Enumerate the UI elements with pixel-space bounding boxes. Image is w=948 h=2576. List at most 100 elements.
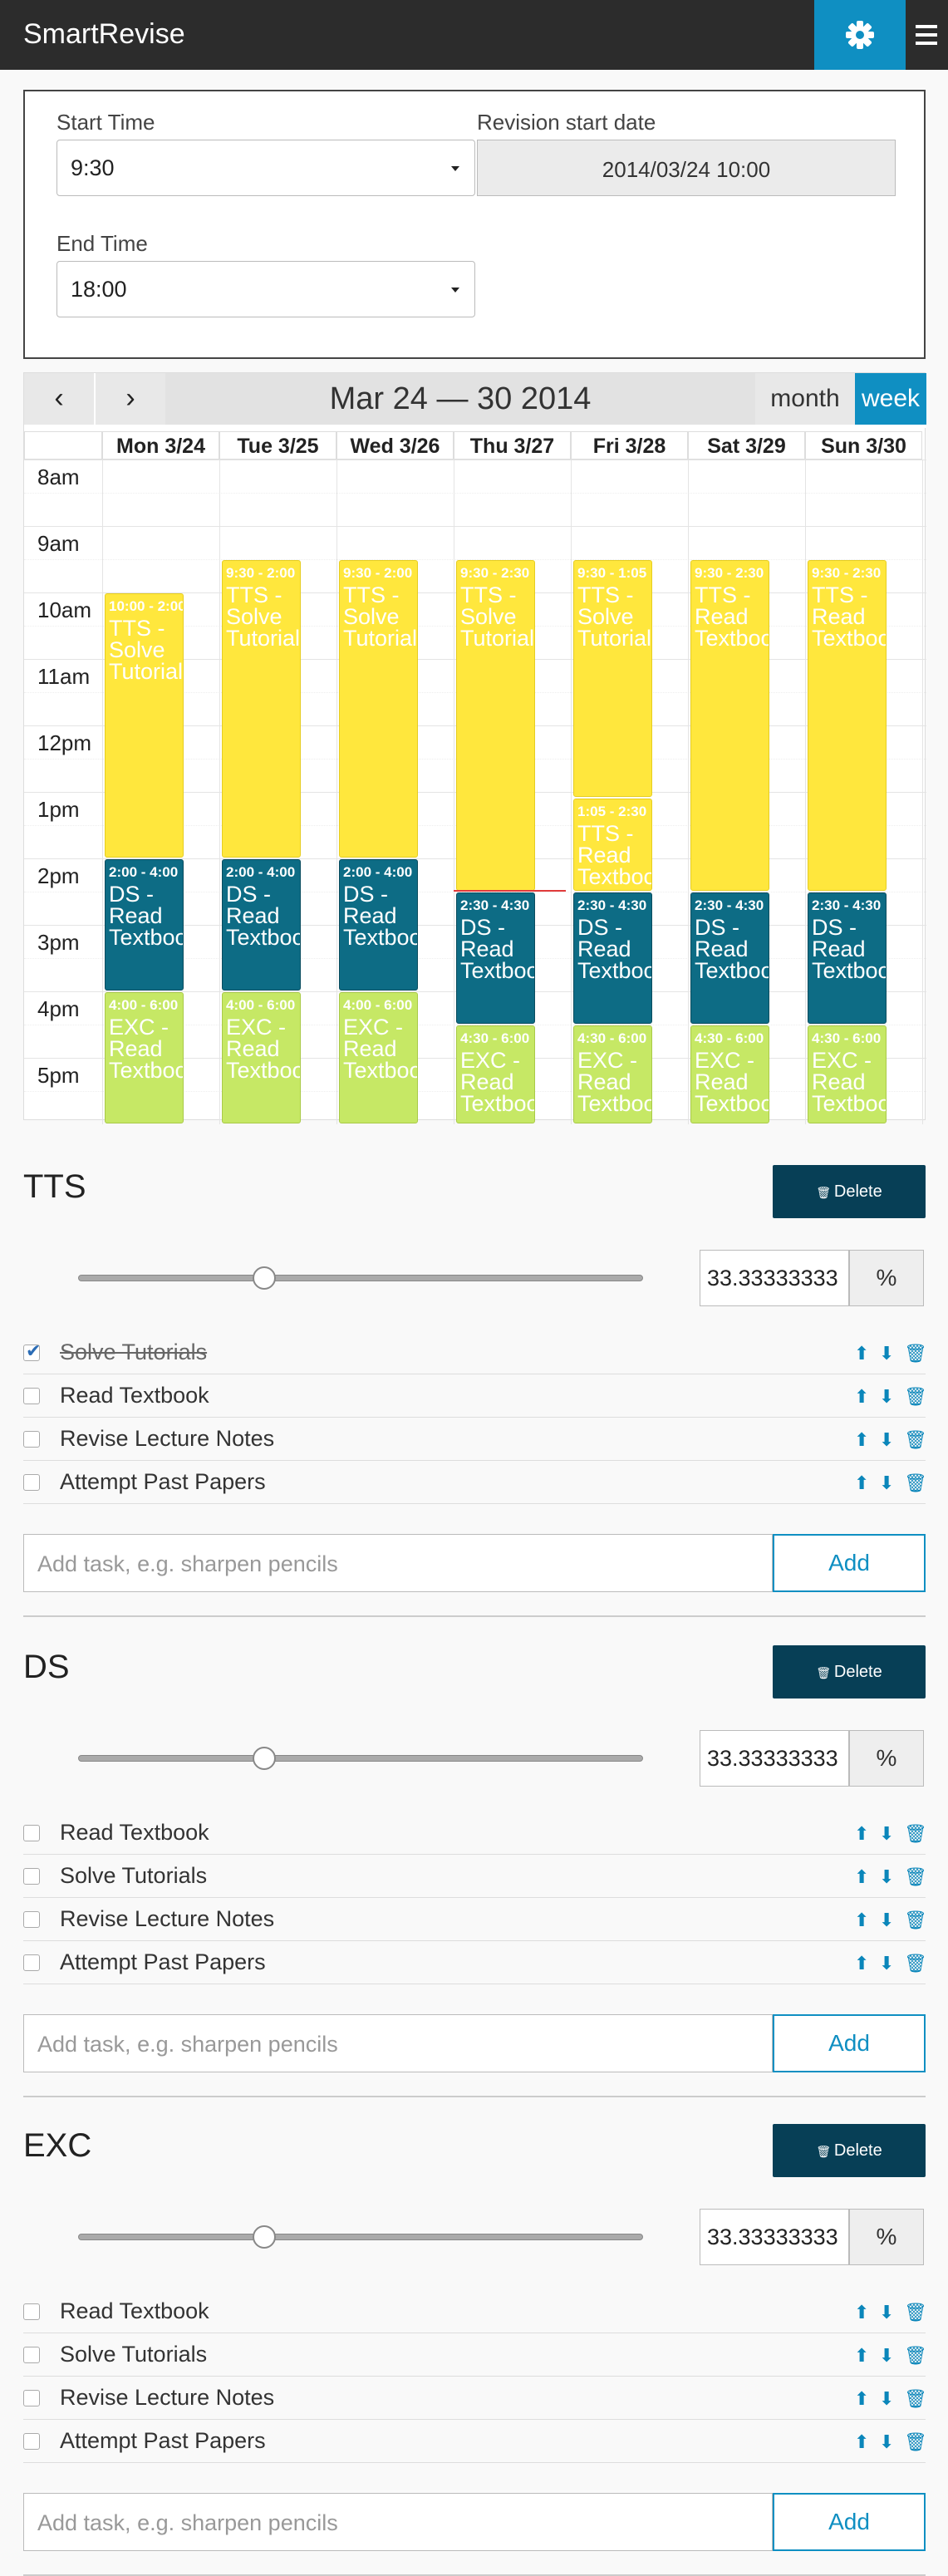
trash-icon[interactable]: 🗑 <box>904 1343 927 1364</box>
weight-slider-track[interactable] <box>78 1275 643 1281</box>
arrow-down-icon[interactable]: ⬇ <box>879 1866 894 1888</box>
add-task-button[interactable]: Add <box>773 1534 926 1592</box>
calendar-event[interactable]: 4:00 - 6:00 EXC - Read Textbook <box>105 992 184 1123</box>
calendar-event[interactable]: 4:00 - 6:00 EXC - Read Textbook <box>222 992 301 1123</box>
add-task-button[interactable]: Add <box>773 2493 926 2551</box>
task-checkbox[interactable] <box>23 1825 40 1841</box>
arrow-down-icon[interactable]: ⬇ <box>879 2302 894 2323</box>
trash-icon[interactable]: 🗑 <box>904 1823 927 1845</box>
task-checkbox[interactable] <box>23 2390 40 2406</box>
calendar-event[interactable]: 1:05 - 2:30TTS - Read Textbook <box>573 798 652 891</box>
start-time-select[interactable]: 9:30 <box>56 140 475 196</box>
task-row: Read Textbook ⬆ ⬇ 🗑 <box>23 1374 927 1418</box>
arrow-up-icon[interactable]: ⬆ <box>854 1386 869 1408</box>
week-view-button[interactable]: week <box>855 373 926 425</box>
arrow-up-icon[interactable]: ⬆ <box>854 1343 869 1364</box>
arrow-up-icon[interactable]: ⬆ <box>854 1472 869 1494</box>
arrow-up-icon[interactable]: ⬆ <box>854 2388 869 2410</box>
delete-subject-button[interactable]: 🗑 Delete <box>773 1645 926 1698</box>
delete-subject-button[interactable]: 🗑 Delete <box>773 1165 926 1218</box>
calendar-event[interactable]: 9:30 - 2:00 TTS - Solve Tutorials <box>222 560 301 858</box>
calendar-event[interactable]: 2:30 - 4:30 DS - Read Textbook <box>573 892 652 1024</box>
app-title[interactable]: SmartRevise <box>23 18 185 51</box>
arrow-up-icon[interactable]: ⬆ <box>854 1953 869 1974</box>
calendar-event[interactable]: 4:30 - 6:00 EXC - Read Textbook <box>573 1025 652 1123</box>
calendar-event[interactable]: 2:00 - 4:00 DS - Read Textbook <box>222 859 301 991</box>
trash-icon[interactable]: 🗑 <box>904 2431 927 2453</box>
task-checkbox[interactable] <box>23 2433 40 2450</box>
trash-icon[interactable]: 🗑 <box>904 1386 927 1408</box>
arrow-down-icon[interactable]: ⬇ <box>879 2388 894 2410</box>
weight-percent-input[interactable]: 33.33333333 <box>700 1730 849 1787</box>
end-time-select[interactable]: 18:00 <box>56 261 475 317</box>
arrow-down-icon[interactable]: ⬇ <box>879 1472 894 1494</box>
calendar-event[interactable]: 2:30 - 4:30 DS - Read Textbook <box>456 892 535 1024</box>
calendar-event[interactable]: 2:00 - 4:00 DS - Read Textbook <box>105 859 184 991</box>
revision-start-field[interactable]: 2014/03/24 10:00 <box>477 140 896 196</box>
task-checkbox[interactable] <box>23 2303 40 2320</box>
task-checkbox[interactable] <box>23 1911 40 1928</box>
calendar-event[interactable]: 2:30 - 4:30 DS - Read Textbook <box>808 892 887 1024</box>
arrow-up-icon[interactable]: ⬆ <box>854 1910 869 1931</box>
arrow-down-icon[interactable]: ⬇ <box>879 1910 894 1931</box>
calendar-event[interactable]: 2:30 - 4:30 DS - Read Textbook <box>690 892 769 1024</box>
arrow-up-icon[interactable]: ⬆ <box>854 1823 869 1845</box>
month-view-button[interactable]: month <box>755 373 855 425</box>
calendar-event[interactable]: 9:30 - 2:30 TTS - Solve Tutorials <box>456 560 535 891</box>
task-checkbox[interactable] <box>23 1954 40 1971</box>
trash-icon[interactable]: 🗑 <box>904 1866 927 1888</box>
calendar-event[interactable]: 9:30 - 1:05 TTS - Solve Tutorials <box>573 560 652 797</box>
trash-icon[interactable]: 🗑 <box>904 2345 927 2367</box>
task-checkbox[interactable] <box>23 1431 40 1448</box>
add-task-input[interactable]: Add task, e.g. sharpen pencils <box>23 1534 773 1592</box>
weight-slider-handle[interactable] <box>253 2225 277 2249</box>
calendar-event[interactable]: 9:30 - 2:00 TTS - Solve Tutorials <box>339 560 418 858</box>
trash-icon[interactable]: 🗑 <box>904 1472 927 1494</box>
arrow-up-icon[interactable]: ⬆ <box>854 1866 869 1888</box>
task-checkbox[interactable] <box>23 1474 40 1491</box>
calendar-event[interactable]: 2:00 - 4:00 DS - Read Textbook <box>339 859 418 991</box>
calendar-event[interactable]: 10:00 - 2:00 TTS - Solve Tutorials <box>105 593 184 858</box>
task-checkbox[interactable] <box>23 1340 41 1362</box>
calendar-event[interactable]: 9:30 - 2:30 TTS - Read Textbook <box>808 560 887 891</box>
weight-slider-handle[interactable] <box>253 1747 277 1770</box>
arrow-down-icon[interactable]: ⬇ <box>879 1823 894 1845</box>
add-task-input[interactable]: Add task, e.g. sharpen pencils <box>23 2493 773 2551</box>
arrow-up-icon[interactable]: ⬆ <box>854 2302 869 2323</box>
weight-slider-handle[interactable] <box>253 1266 277 1290</box>
arrow-up-icon[interactable]: ⬆ <box>854 2431 869 2453</box>
arrow-down-icon[interactable]: ⬇ <box>879 1386 894 1408</box>
next-week-button[interactable]: › <box>96 373 165 425</box>
task-checkbox[interactable] <box>23 1388 40 1404</box>
calendar-event[interactable]: 4:30 - 6:00 EXC - Read Textbook <box>456 1025 535 1123</box>
add-task-button[interactable]: Add <box>773 2014 926 2072</box>
arrow-down-icon[interactable]: ⬇ <box>879 1429 894 1451</box>
weight-percent-input[interactable]: 33.33333333 <box>700 1250 849 1306</box>
calendar-event[interactable]: 4:30 - 6:00 EXC - Read Textbook <box>808 1025 887 1123</box>
prev-week-button[interactable]: ‹ <box>24 373 94 425</box>
weight-slider-track[interactable] <box>78 2234 643 2240</box>
task-row: Attempt Past Papers ⬆ ⬇ 🗑 <box>23 1941 927 1984</box>
delete-subject-button[interactable]: 🗑 Delete <box>773 2124 926 2177</box>
task-checkbox[interactable] <box>23 1868 40 1885</box>
add-task-input[interactable]: Add task, e.g. sharpen pencils <box>23 2014 773 2072</box>
task-checkbox[interactable] <box>23 2347 40 2363</box>
trash-icon[interactable]: 🗑 <box>904 2388 927 2410</box>
trash-icon[interactable]: 🗑 <box>904 2302 927 2323</box>
calendar-event[interactable]: 9:30 - 2:30 TTS - Read Textbook <box>690 560 769 891</box>
settings-button[interactable] <box>814 0 906 70</box>
arrow-down-icon[interactable]: ⬇ <box>879 2431 894 2453</box>
arrow-down-icon[interactable]: ⬇ <box>879 1953 894 1974</box>
arrow-up-icon[interactable]: ⬆ <box>854 2345 869 2367</box>
trash-icon[interactable]: 🗑 <box>904 1429 927 1451</box>
calendar-event[interactable]: 4:00 - 6:00 EXC - Read Textbook <box>339 992 418 1123</box>
calendar-event[interactable]: 4:30 - 6:00 EXC - Read Textbook <box>690 1025 769 1123</box>
trash-icon[interactable]: 🗑 <box>904 1910 927 1931</box>
weight-percent-input[interactable]: 33.33333333 <box>700 2209 849 2265</box>
arrow-down-icon[interactable]: ⬇ <box>879 2345 894 2367</box>
arrow-down-icon[interactable]: ⬇ <box>879 1343 894 1364</box>
menu-button[interactable] <box>906 0 948 70</box>
arrow-up-icon[interactable]: ⬆ <box>854 1429 869 1451</box>
weight-slider-track[interactable] <box>78 1755 643 1762</box>
trash-icon[interactable]: 🗑 <box>904 1953 927 1974</box>
